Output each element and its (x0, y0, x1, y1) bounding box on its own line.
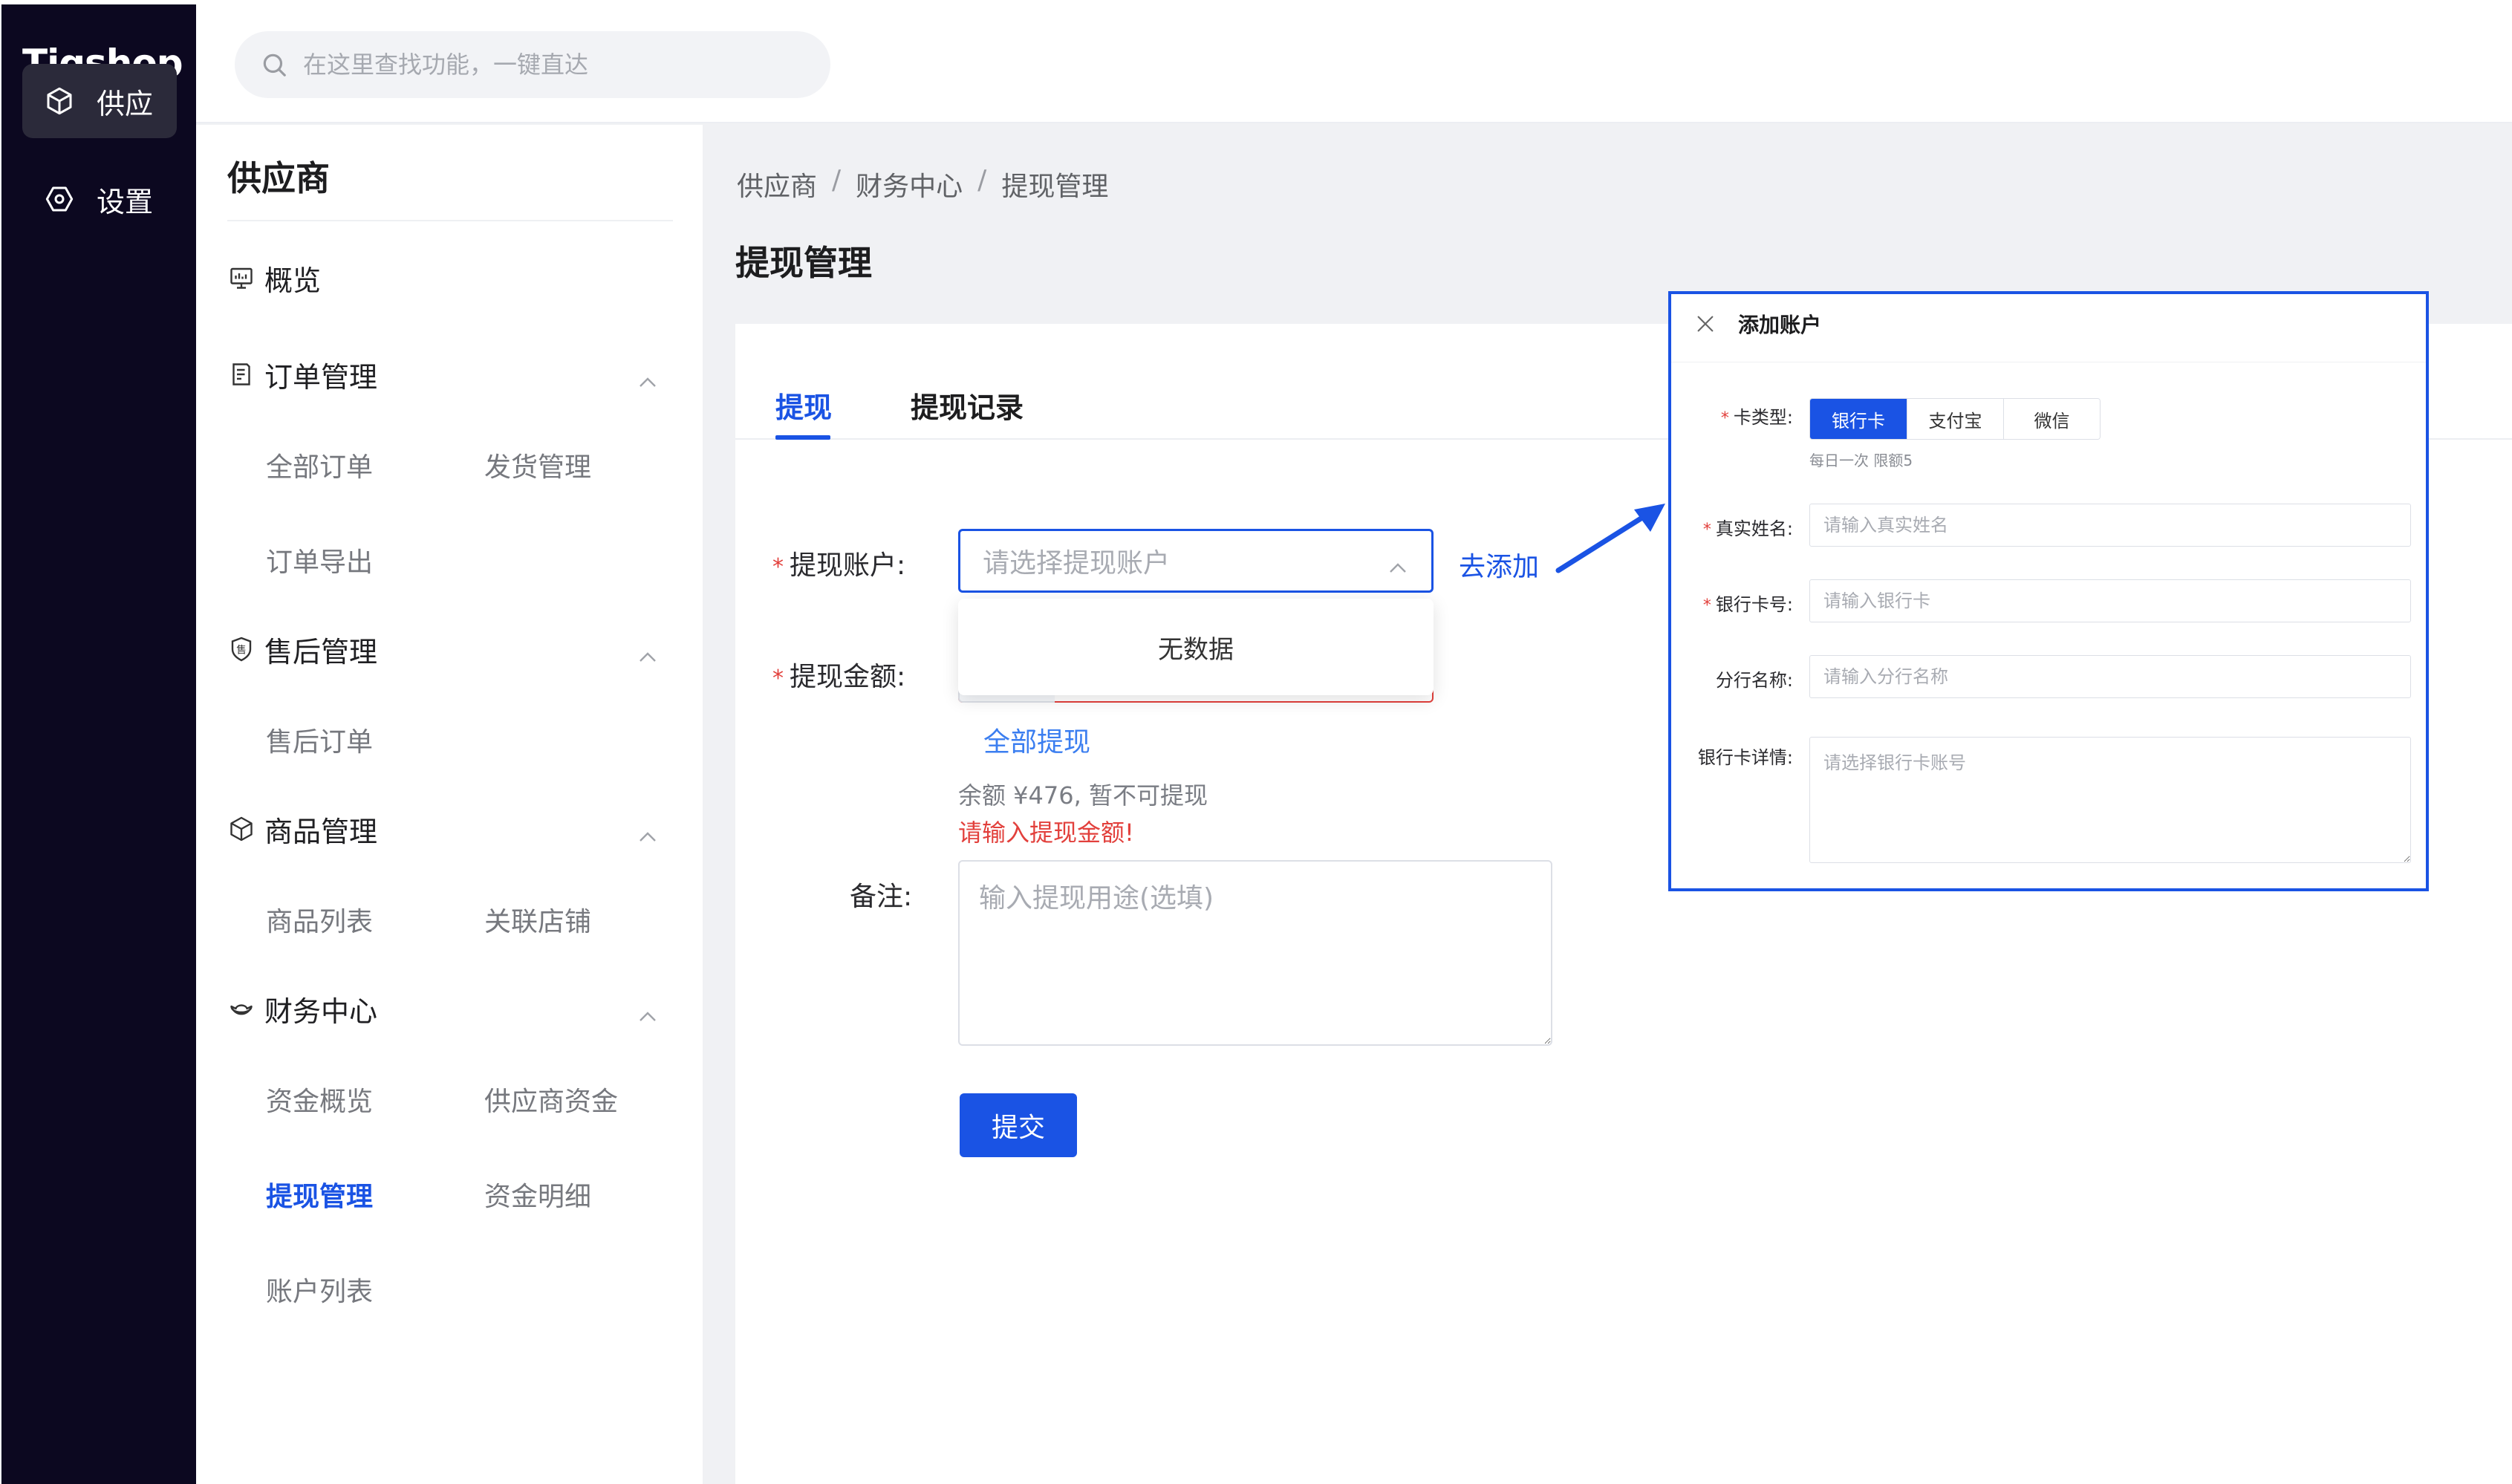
submit-button[interactable]: 提交 (960, 1093, 1077, 1157)
chevron-up-icon (637, 1000, 658, 1021)
card-type-label-text: 卡类型: (1733, 407, 1793, 428)
sidebar-item-order-export[interactable]: 订单导出 (266, 541, 373, 579)
tab-active-indicator (775, 435, 830, 440)
tab-withdraw[interactable]: 提现 (775, 385, 832, 426)
amount-label-text: 提现金额: (790, 662, 906, 692)
add-account-link[interactable]: 去添加 (1459, 545, 1539, 584)
required-mark: * (1702, 596, 1711, 615)
card-type-label: * 卡类型: (1682, 403, 1793, 429)
sidebar-item-funds-detail[interactable]: 资金明细 (484, 1175, 591, 1214)
breadcrumb: 供应商 / 财务中心 / 提现管理 (737, 165, 1108, 204)
tab-withdraw-records[interactable]: 提现记录 (911, 385, 1024, 426)
cube-icon (227, 815, 256, 843)
card-number-label-text: 银行卡号: (1715, 594, 1793, 615)
sidebar-divider (227, 220, 673, 221)
card-type-bank[interactable]: 银行卡 (1810, 399, 1907, 439)
dropdown-empty-text: 无数据 (1158, 634, 1234, 665)
dialog-title: 添加账户 (1738, 313, 1822, 337)
search-input[interactable] (303, 51, 778, 79)
sidebar-item-funds-overview[interactable]: 资金概览 (266, 1080, 373, 1119)
required-mark: * (772, 665, 784, 691)
chevron-up-icon (1387, 553, 1409, 573)
chevron-up-icon (637, 365, 658, 387)
annotation-arrow (1555, 504, 1665, 573)
breadcrumb-item[interactable]: 供应商 (737, 165, 817, 204)
sidebar-item-overview[interactable]: 概览 (227, 256, 673, 300)
real-name-input[interactable] (1809, 504, 2411, 547)
branch-name-label: 分行名称: (1715, 670, 1793, 691)
rail-item-supply[interactable]: 供应 (22, 64, 177, 138)
sidebar-title: 供应商 (227, 158, 330, 198)
breadcrumb-item[interactable]: 财务中心 (856, 165, 963, 204)
real-name-label: * 真实姓名: (1682, 514, 1793, 540)
order-icon (227, 360, 256, 388)
app-rail: Tigshop 供应 设置 (1, 4, 196, 1484)
chevron-up-icon (637, 820, 658, 842)
sidebar-group-label: 财务中心 (264, 995, 378, 1028)
rail-item-label: 供应 (97, 87, 154, 120)
account-dropdown: 无数据 (958, 599, 1434, 695)
search-box[interactable] (235, 31, 830, 98)
sidebar-group-orders[interactable]: 订单管理 (227, 352, 673, 397)
svg-text:售: 售 (236, 644, 247, 656)
sidebar-group-label: 售后管理 (264, 635, 378, 668)
card-type-wechat[interactable]: 微信 (2003, 399, 2100, 439)
search-icon (260, 51, 288, 79)
required-mark: * (1702, 521, 1711, 539)
remark-textarea[interactable] (958, 860, 1552, 1046)
sidebar-item-supplier-funds[interactable]: 供应商资金 (484, 1080, 618, 1119)
amount-error: 请输入提现金额! (958, 819, 1134, 847)
sidebar-group-label: 订单管理 (264, 360, 378, 394)
rail-item-settings[interactable]: 设置 (22, 162, 177, 236)
sidebar-item-withdraw-management[interactable]: 提现管理 (266, 1175, 373, 1214)
sidebar-item-all-orders[interactable]: 全部订单 (266, 446, 373, 484)
account-select[interactable]: 请选择提现账户 (958, 529, 1434, 593)
cube-icon (45, 86, 74, 116)
card-detail-label: 银行卡详情: (1697, 747, 1793, 768)
sidebar-group-products[interactable]: 商品管理 (227, 807, 673, 851)
shield-icon: 售 (227, 635, 256, 663)
account-label: * 提现账户: (772, 544, 905, 582)
sidebar-item-shipping[interactable]: 发货管理 (484, 446, 591, 484)
close-icon[interactable] (1693, 312, 1717, 336)
card-type-alipay[interactable]: 支付宝 (1907, 399, 2003, 439)
card-type-hint: 每日一次 限额5 (1809, 452, 1913, 469)
required-mark: * (1720, 409, 1729, 428)
card-detail-textarea[interactable] (1809, 737, 2411, 863)
sidebar-item-product-list[interactable]: 商品列表 (266, 900, 373, 939)
sidebar-overview-label: 概览 (264, 264, 322, 297)
breadcrumb-separator: / (977, 165, 987, 195)
settings-icon (45, 184, 74, 214)
real-name-label-text: 真实姓名: (1715, 518, 1793, 539)
remark-label: 备注: (850, 882, 913, 912)
sidebar-item-linked-stores[interactable]: 关联店铺 (484, 900, 591, 939)
sidebar-group-aftersales[interactable]: 售 售后管理 (227, 627, 673, 671)
ingot-icon (227, 995, 256, 1023)
sidebar-group-finance[interactable]: 财务中心 (227, 986, 673, 1031)
account-label-text: 提现账户: (790, 550, 906, 581)
card-number-input[interactable] (1809, 579, 2411, 622)
chevron-up-icon (637, 640, 658, 662)
breadcrumb-separator: / (832, 165, 842, 195)
amount-label: * 提现金额: (772, 655, 905, 694)
account-select-placeholder: 请选择提现账户 (983, 548, 1171, 579)
dialog-header: 添加账户 (1671, 294, 2426, 362)
monitor-icon (227, 264, 256, 292)
rail-item-label: 设置 (97, 185, 154, 218)
branch-name-input[interactable] (1809, 655, 2411, 698)
breadcrumb-item: 提现管理 (1001, 172, 1109, 202)
card-type-segmented: 银行卡 支付宝 微信 (1809, 398, 2101, 440)
card-number-label: * 银行卡号: (1682, 590, 1793, 616)
add-account-dialog: 添加账户 *卡类型: 银行卡 支付宝 微信 每日一次 限额5 *真实姓名: *银… (1668, 291, 2429, 891)
sidebar-item-account-list[interactable]: 账户列表 (266, 1270, 373, 1309)
required-mark: * (772, 554, 784, 580)
secondary-sidebar: 供应商 概览 订单管理 全部订单 发货管理 订单导出 售 售后管理 售后订单 商… (196, 125, 703, 1484)
sidebar-group-label: 商品管理 (264, 815, 378, 848)
balance-text: 余额 ¥476, 暂不可提现 (958, 781, 1208, 810)
top-header (196, 4, 2512, 123)
page-title: 提现管理 (735, 243, 872, 283)
withdraw-all-link[interactable]: 全部提现 (983, 720, 1090, 759)
sidebar-item-aftersale-orders[interactable]: 售后订单 (266, 720, 373, 759)
